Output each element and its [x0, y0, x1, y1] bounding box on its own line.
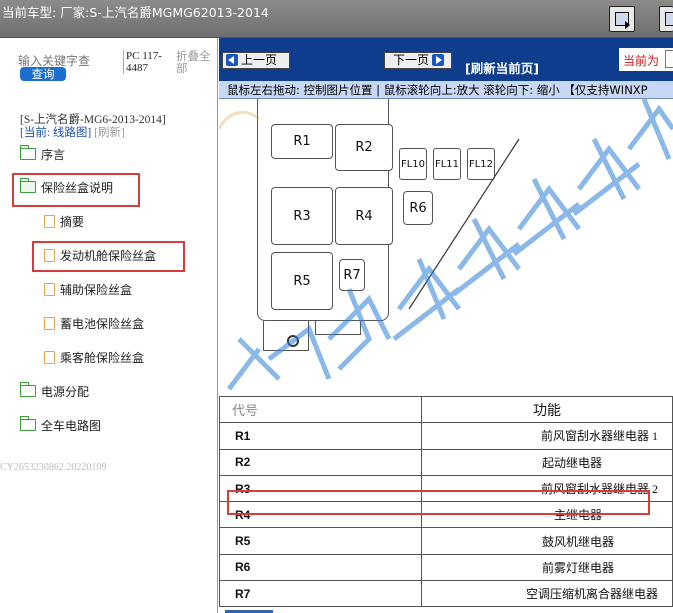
cell-code: R7	[219, 580, 422, 608]
fuse-box-tab	[315, 321, 361, 335]
fuse-box-tab	[263, 321, 309, 351]
tree-item-label: 序言	[41, 147, 66, 162]
cell-code: R1	[219, 422, 422, 450]
table-row: R7 空调压缩机离合器继电器	[219, 580, 673, 608]
current-page-input[interactable]	[665, 50, 673, 68]
relay-r3: R3	[271, 187, 333, 245]
current-view-label: [当前: 线路图]	[20, 127, 92, 139]
highlight-box	[227, 490, 650, 515]
table-row: R1 前风窗刮水器继电器 1	[219, 422, 673, 450]
document-icon	[44, 282, 55, 296]
relay-r2: R2	[335, 124, 393, 171]
mount-hole-icon	[287, 335, 299, 347]
watermark-stroke	[392, 258, 461, 341]
watermark-stroke	[219, 110, 261, 130]
panel-icon	[615, 12, 630, 29]
expand-button[interactable]	[609, 6, 635, 32]
highlight-box	[12, 173, 140, 207]
cell-function: 前雾灯继电器	[421, 553, 673, 582]
table-row: R5 鼓风机继电器	[219, 527, 673, 555]
cell-function: 前风窗刮水器继电器 1	[421, 422, 673, 450]
usage-hint: 鼠标左右拖动: 控制图片位置 | 鼠标滚轮向上:放大 滚轮向下: 缩小 【仅支持…	[219, 81, 673, 99]
tree-item-label: 辅助保险丝盒	[60, 282, 133, 297]
cell-function: 空调压缩机离合器继电器	[421, 580, 673, 608]
watermark-stroke	[627, 99, 673, 160]
panel-icon	[665, 12, 673, 26]
relay-table-wrap: 代号 功能 R1 前风窗刮水器继电器 1 R2 起动继电器 R3 前风窗刮水器继…	[219, 396, 673, 613]
relay-r4: R4	[335, 187, 393, 245]
fold-all-link[interactable]: 折叠全部	[176, 50, 214, 74]
table-row: R2 起动继电器	[219, 448, 673, 476]
left-sidebar: 查询 PC 117-4487 折叠全部 [S-上汽名爵-MG6-2013-201…	[0, 38, 218, 613]
document-icon	[44, 350, 55, 364]
tree-item-cabin-fuse-box[interactable]: 乘客舱保险丝盒	[44, 347, 144, 367]
header-code: 代号	[219, 396, 422, 424]
tree-item-power-distribution[interactable]: 电源分配	[19, 381, 90, 401]
cell-code: R2	[219, 448, 422, 476]
folder-icon	[19, 416, 36, 431]
folder-icon	[19, 145, 36, 160]
table-header: 代号 功能	[219, 396, 673, 424]
tree-item-preface[interactable]: 序言	[19, 144, 66, 164]
current-page-box: 当前为	[619, 48, 673, 71]
watermark-glyphs-faint	[219, 110, 261, 130]
highlight-box	[32, 241, 185, 272]
fuse-box-diagram[interactable]: R1 R2 R3 R4 R5 R6 R7 FL10 FL11 FL12	[219, 99, 673, 395]
prev-page-button[interactable]: 上一页	[222, 52, 290, 69]
tree-item-label: 蓄电池保险丝盒	[60, 316, 145, 331]
search-button[interactable]: 查询	[20, 67, 66, 81]
arrow-right-icon	[432, 54, 445, 66]
cell-function: 起动继电器	[421, 448, 673, 476]
cell-code: R5	[219, 527, 422, 555]
tree-item-label: 摘要	[60, 214, 85, 229]
content-panel: 上一页 下一页 [刷新当前页] 当前为 鼠标左右拖动: 控制图片位置 | 鼠标滚…	[219, 38, 673, 613]
relay-r5: R5	[271, 252, 333, 310]
fuse-fl10: FL10	[399, 148, 427, 180]
table-row: R6 前雾灯继电器	[219, 553, 673, 582]
cell-code: R6	[219, 553, 422, 582]
prev-page-label: 上一页	[241, 53, 278, 67]
tree-item-summary[interactable]: 摘要	[44, 211, 84, 231]
current-view-line: [当前: 线路图] [刷新]	[20, 124, 125, 140]
watermark-id: CY2653230862.20220109	[0, 462, 107, 473]
arrow-left-icon	[226, 54, 238, 66]
tree-item-wiring-diagram[interactable]: 全车电路图	[19, 415, 102, 435]
relay-r7: R7	[339, 259, 365, 291]
tree-item-label: 电源分配	[41, 384, 90, 399]
next-page-label: 下一页	[393, 53, 430, 67]
next-page-button[interactable]: 下一页	[384, 52, 452, 69]
header-function: 功能	[421, 396, 673, 424]
tree-item-label: 乘客舱保险丝盒	[60, 350, 145, 365]
vehicle-title: 当前车型: 厂家:S-上汽名爵MGMG62013-2014	[2, 5, 269, 20]
fuse-fl11: FL11	[433, 148, 461, 180]
refresh-link[interactable]: [刷新]	[94, 127, 125, 139]
cell-function: 鼓风机继电器	[421, 527, 673, 555]
fuse-fl12: FL12	[467, 148, 495, 180]
refresh-page-button[interactable]: [刷新当前页]	[465, 58, 539, 77]
nav-bar: 上一页 下一页 [刷新当前页] 当前为	[219, 38, 673, 81]
document-icon	[44, 214, 55, 228]
relay-r1: R1	[271, 124, 333, 159]
watermark-stroke	[512, 177, 581, 256]
current-page-label: 当前为	[623, 54, 660, 68]
tree-item-label: 全车电路图	[41, 418, 102, 433]
watermark-stroke	[572, 137, 641, 216]
watermark-stroke	[452, 217, 521, 296]
tree-item-battery-fuse-box[interactable]: 蓄电池保险丝盒	[44, 313, 144, 333]
pc-code: PC 117-4487	[123, 50, 171, 74]
folder-icon	[19, 382, 36, 397]
relay-r6: R6	[403, 191, 433, 225]
collapse-button[interactable]	[659, 6, 673, 32]
top-bar: 当前车型: 厂家:S-上汽名爵MGMG62013-2014	[0, 0, 673, 38]
tree-item-aux-fuse-box[interactable]: 辅助保险丝盒	[44, 279, 132, 299]
document-icon	[44, 316, 55, 330]
